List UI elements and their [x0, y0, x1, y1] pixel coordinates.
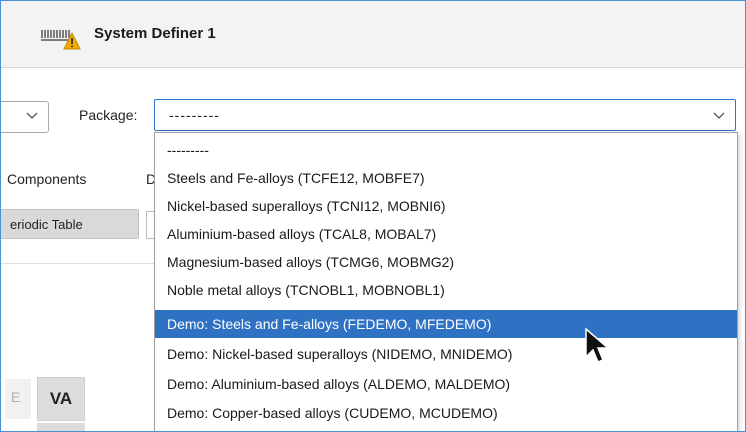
divider	[1, 263, 161, 264]
dropdown-option[interactable]: ---------	[155, 136, 737, 164]
dropdown-option-selected[interactable]: Demo: Steels and Fe-alloys (FEDEMO, MFED…	[155, 310, 737, 338]
dropdown-option[interactable]: Noble metal alloys (TCNOBL1, MOBNOBL1)	[155, 276, 737, 304]
mouse-cursor-icon	[585, 327, 610, 363]
dropdown-option[interactable]: Aluminium-based alloys (TCAL8, MOBAL7)	[155, 220, 737, 248]
dropdown-option[interactable]: Magnesium-based alloys (TCMG6, MOBMG2)	[155, 248, 737, 276]
package-label: Package:	[79, 107, 138, 123]
chevron-down-icon	[26, 112, 38, 119]
left-select-dropdown[interactable]	[1, 101, 49, 133]
dropdown-option[interactable]: Demo: Aluminium-based alloys (ALDEMO, MA…	[155, 370, 737, 398]
dropdown-option[interactable]: Nickel-based superalloys (TCNI12, MOBNI6…	[155, 192, 737, 220]
toolbar-spacer	[1, 68, 745, 98]
package-select[interactable]: ---------	[154, 99, 736, 131]
tab-components[interactable]: Components	[7, 171, 86, 187]
dropdown-option[interactable]: Demo: Copper-based alloys (CUDEMO, MCUDE…	[155, 399, 737, 427]
window-title: System Definer 1	[94, 25, 216, 42]
system-definer-window: System Definer 1 Package: --------- Comp…	[0, 0, 746, 432]
window-titlebar: System Definer 1	[1, 1, 745, 68]
element-cell-e[interactable]: E	[5, 379, 31, 419]
dropdown-option[interactable]: Demo: Nickel-based superalloys (NIDEMO, …	[155, 340, 737, 368]
dropdown-option[interactable]: Steels and Fe-alloys (TCFE12, MOBFE7)	[155, 164, 737, 192]
package-select-value: ---------	[169, 107, 220, 123]
periodic-table-button[interactable]: eriodic Table	[1, 209, 139, 239]
periodic-table-button-label: eriodic Table	[10, 217, 83, 232]
system-definer-warning-icon	[41, 30, 81, 50]
element-cell-va[interactable]: VA	[37, 377, 85, 421]
package-dropdown-list[interactable]: --------- Steels and Fe-alloys (TCFE12, …	[154, 132, 738, 431]
chevron-down-icon	[713, 112, 725, 119]
element-cell-below[interactable]	[37, 423, 85, 431]
